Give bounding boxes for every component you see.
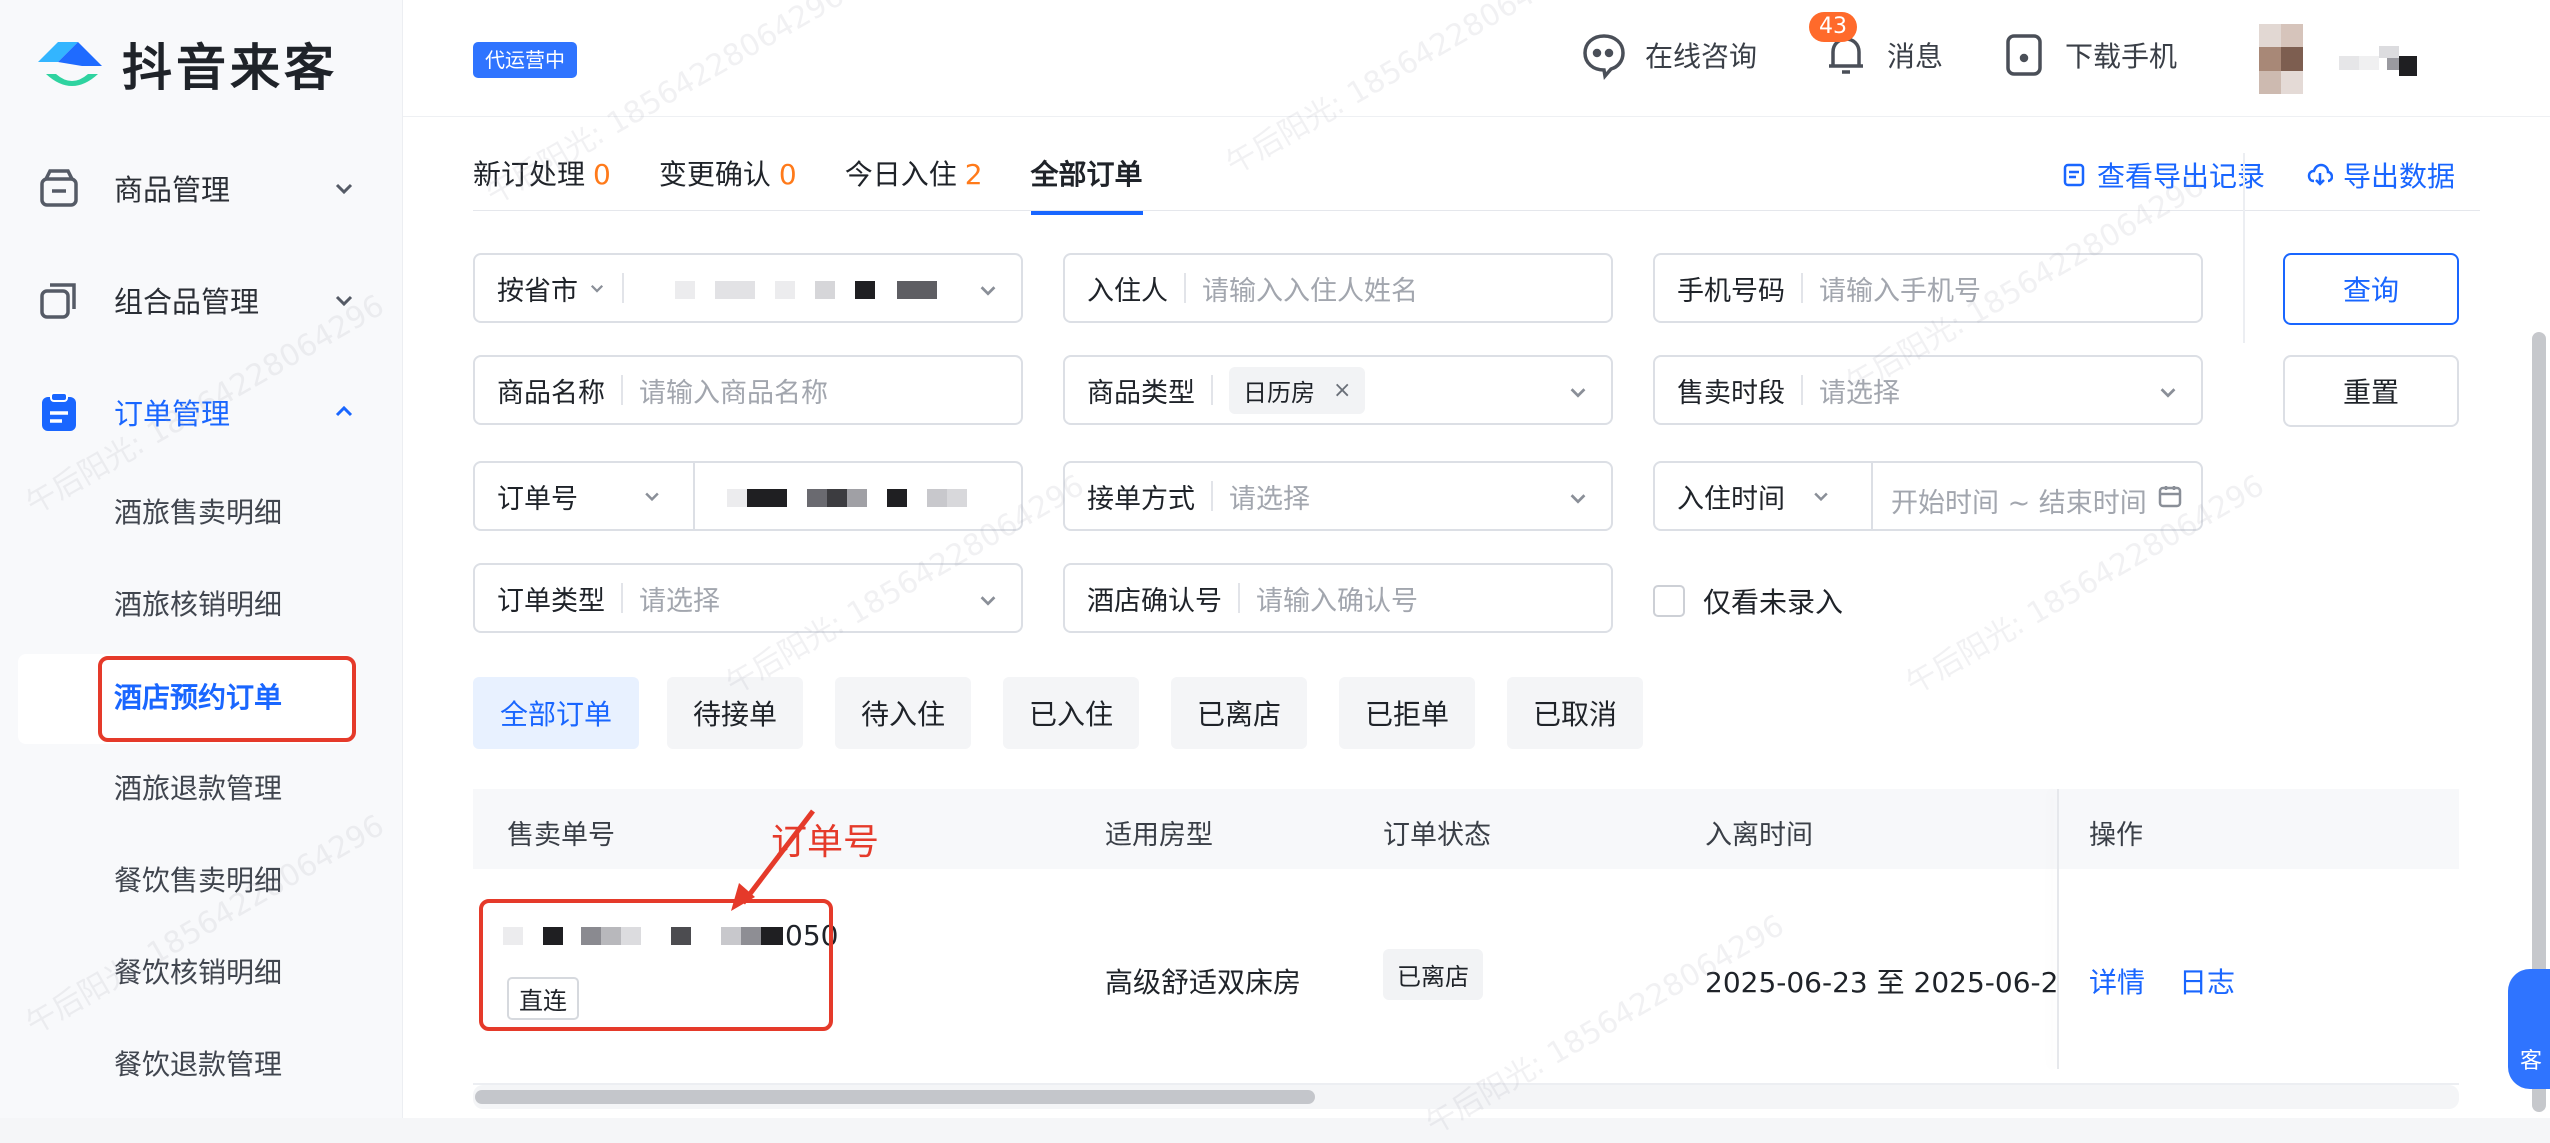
horizontal-scrollbar-thumb[interactable] bbox=[475, 1090, 1315, 1104]
log-link[interactable]: 日志 bbox=[2179, 961, 2235, 1001]
sidebar-item-food-sales[interactable]: 餐饮售卖明细 bbox=[114, 858, 282, 904]
top-bar: 代运营中 在线咨询 消息 43 下载手机 bbox=[403, 0, 2550, 117]
stay-time-cell: 2025-06-23 至 2025-06-24 bbox=[1705, 966, 2057, 999]
redacted-username bbox=[2339, 40, 2419, 80]
douyin-laike-logo-icon bbox=[38, 42, 102, 86]
avatar[interactable] bbox=[2259, 24, 2303, 94]
app-logo[interactable]: 抖音来客 bbox=[32, 28, 338, 100]
download-app-label: 下载手机 bbox=[2065, 40, 2178, 73]
order-type-select[interactable]: 订单类型 请选择 bbox=[473, 563, 1023, 633]
order-status-pill: 已离店 bbox=[1383, 949, 1483, 1000]
column-header-actions: 操作 bbox=[2089, 820, 2143, 851]
clipboard-icon bbox=[42, 392, 76, 431]
chevron-down-icon bbox=[1570, 494, 1586, 504]
sidebar-item-food-redemption[interactable]: 餐饮核销明细 bbox=[114, 950, 282, 996]
document-icon bbox=[2063, 163, 2085, 187]
chip-close-icon[interactable]: × bbox=[1333, 378, 1351, 403]
status-tab-all[interactable]: 全部订单 bbox=[473, 677, 639, 749]
sale-period-select[interactable]: 售卖时段 请选择 bbox=[1653, 355, 2203, 425]
status-tab-checked-out[interactable]: 已离店 bbox=[1171, 677, 1307, 749]
sidebar-item-travel-refund[interactable]: 酒旅退款管理 bbox=[114, 766, 282, 812]
export-data-link[interactable]: 导出数据 bbox=[2307, 155, 2455, 195]
column-header-sale-no: 售卖单号 bbox=[507, 820, 615, 851]
status-tab-pending-checkin[interactable]: 待入住 bbox=[835, 677, 971, 749]
sidebar-group-products[interactable]: 商品管理 bbox=[36, 158, 356, 218]
status-tab-checked-in[interactable]: 已入住 bbox=[1003, 677, 1139, 749]
guest-name-input[interactable]: 入住人 请输入入住人姓名 bbox=[1063, 253, 1613, 323]
calendar-icon bbox=[2158, 486, 2182, 508]
product-name-input[interactable]: 商品名称 请输入商品名称 bbox=[473, 355, 1023, 425]
chevron-down-icon bbox=[2160, 388, 2176, 398]
sidebar-group-label: 订单管理 bbox=[114, 397, 231, 431]
sidebar-group-label: 组合品管理 bbox=[114, 285, 260, 319]
messages-label: 消息 bbox=[1887, 40, 1944, 73]
column-header-order-status: 订单状态 bbox=[1383, 820, 1491, 851]
province-city-select[interactable]: 按省市 bbox=[473, 253, 1023, 323]
chevron-down-icon bbox=[1814, 492, 1828, 502]
sidebar-group-label: 商品管理 bbox=[114, 173, 231, 207]
view-export-records-link[interactable]: 查看导出记录 bbox=[2061, 155, 2265, 195]
tab-new-orders[interactable]: 新订处理 0 bbox=[473, 153, 611, 215]
status-tab-cancelled[interactable]: 已取消 bbox=[1507, 677, 1643, 749]
online-consult-label: 在线咨询 bbox=[1645, 40, 1758, 73]
order-tabs: 新订处理 0 变更确认 0 今日入住 2 全部订单 bbox=[473, 153, 1191, 215]
checkbox-box[interactable] bbox=[1653, 585, 1685, 617]
sidebar-group-bundles[interactable]: 组合品管理 bbox=[36, 270, 356, 330]
phone-number-input[interactable]: 手机号码 请输入手机号 bbox=[1653, 253, 2203, 323]
bundle-icon bbox=[40, 283, 76, 319]
tab-all-orders[interactable]: 全部订单 bbox=[1030, 153, 1143, 215]
annotation-highlight-box bbox=[479, 899, 833, 1031]
chevron-down-icon bbox=[335, 295, 353, 307]
download-app-button[interactable]: 下载手机 bbox=[1999, 30, 2291, 80]
status-tab-pending-accept[interactable]: 待接单 bbox=[667, 677, 803, 749]
annotation-highlight-box bbox=[98, 656, 356, 742]
fixed-column-divider bbox=[2057, 789, 2059, 1069]
sidebar-group-orders[interactable]: 订单管理 bbox=[36, 382, 356, 442]
phone-icon bbox=[2006, 34, 2042, 76]
sidebar-item-travel-redemption[interactable]: 酒旅核销明细 bbox=[114, 582, 282, 628]
sidebar-item-food-refund[interactable]: 餐饮退款管理 bbox=[114, 1042, 282, 1088]
cloud-download-icon bbox=[2307, 163, 2333, 186]
annotation-label: 订单号 bbox=[771, 822, 880, 863]
checkin-time-field[interactable]: 入住时间 开始时间 ~ 结束时间 bbox=[1653, 461, 2203, 531]
chevron-up-icon bbox=[335, 405, 353, 417]
query-button[interactable]: 查询 bbox=[2283, 253, 2459, 325]
accept-method-select[interactable]: 接单方式 请选择 bbox=[1063, 461, 1613, 531]
redacted-region bbox=[675, 281, 955, 301]
chevron-down-icon bbox=[335, 183, 353, 195]
selected-chip: 日历房 × bbox=[1229, 366, 1366, 414]
date-range-input[interactable]: 开始时间 ~ 结束时间 bbox=[1891, 481, 2145, 520]
tab-divider bbox=[473, 210, 2480, 211]
chevron-down-icon bbox=[980, 596, 996, 606]
redacted-order-number bbox=[727, 487, 987, 509]
chat-bubble-icon bbox=[1583, 34, 1625, 80]
hotel-confirm-number-input[interactable]: 酒店确认号 请输入确认号 bbox=[1063, 563, 1613, 633]
basket-icon bbox=[40, 169, 78, 207]
filter-divider bbox=[2243, 153, 2245, 343]
tab-change-confirm[interactable]: 变更确认 0 bbox=[659, 153, 797, 215]
column-header-stay-time: 入离时间 bbox=[1705, 820, 1813, 851]
main-content: 新订处理 0 变更确认 0 今日入住 2 全部订单 查看导出记录 导出数据 按省市 入… bbox=[403, 117, 2550, 1118]
tab-today-checkin[interactable]: 今日入住 2 bbox=[845, 153, 983, 215]
sidebar: 抖音来客 商品管理 组合品管理 订单管理 酒旅售卖明细 酒旅核销明细 酒店预约订… bbox=[0, 0, 403, 1118]
online-consult-button[interactable]: 在线咨询 bbox=[1579, 30, 1757, 80]
message-count-badge: 43 bbox=[1809, 12, 1857, 42]
reset-button[interactable]: 重置 bbox=[2283, 355, 2459, 427]
chevron-down-icon bbox=[590, 284, 604, 293]
status-tab-rejected[interactable]: 已拒单 bbox=[1339, 677, 1475, 749]
product-type-select[interactable]: 商品类型 日历房 × bbox=[1063, 355, 1613, 425]
chevron-down-icon bbox=[980, 286, 996, 296]
chevron-down-icon bbox=[645, 492, 659, 502]
status-badge: 代运营中 bbox=[473, 42, 577, 78]
room-type-cell: 高级舒适双床房 bbox=[1105, 966, 1302, 999]
sidebar-item-travel-sales[interactable]: 酒旅售卖明细 bbox=[114, 490, 282, 536]
column-header-room-type: 适用房型 bbox=[1105, 820, 1213, 851]
app-name: 抖音来客 bbox=[122, 39, 338, 97]
order-number-field[interactable]: 订单号 bbox=[473, 461, 1023, 531]
customer-service-float-button[interactable]: 客 bbox=[2508, 969, 2550, 1089]
only-unentered-checkbox[interactable]: 仅看未录入 bbox=[1653, 581, 1843, 621]
chevron-down-icon bbox=[1570, 388, 1586, 398]
detail-link[interactable]: 详情 bbox=[2089, 961, 2145, 1001]
